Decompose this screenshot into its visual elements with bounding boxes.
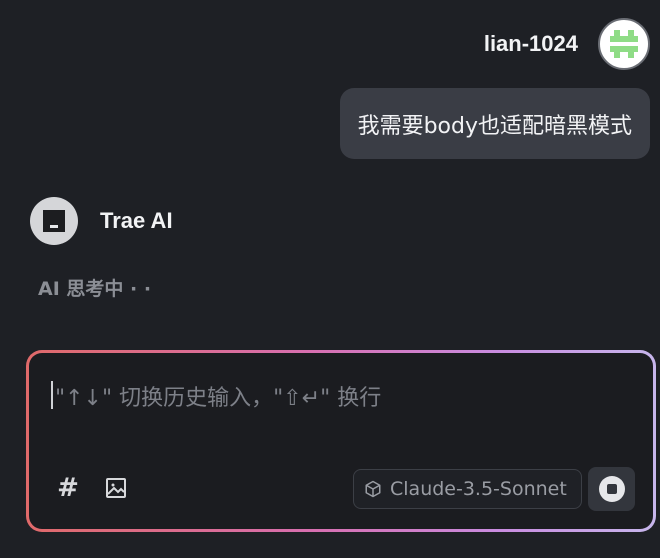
user-message-text: 我需要body也适配暗黑模式 (357, 113, 632, 139)
user-avatar[interactable] (598, 18, 650, 70)
stop-icon (598, 476, 625, 502)
model-selector[interactable]: Claude-3.5-Sonnet (353, 469, 582, 509)
image-icon (106, 478, 126, 498)
cube-icon (365, 480, 381, 498)
stop-generation-button[interactable] (588, 467, 635, 511)
model-name: Claude-3.5-Sonnet (390, 478, 567, 500)
user-message-header: lian-1024 (484, 18, 650, 70)
image-upload-button[interactable] (101, 473, 131, 503)
hash-context-button[interactable]: # (53, 473, 83, 503)
assistant-status: AI 思考中 · · (38, 278, 152, 300)
user-message-bubble: 我需要body也适配暗黑模式 (339, 88, 650, 159)
assistant-name: Trae AI (100, 208, 173, 233)
stop-square (606, 484, 617, 494)
user-name: lian-1024 (483, 31, 578, 56)
trae-logo-icon (43, 210, 65, 232)
composer-placeholder: "↑↓" 切换历史输入，"⇧↵" 换行 (55, 386, 382, 411)
composer-input[interactable]: "↑↓" 切换历史输入，"⇧↵" 换行 # Claude-3.5-Sonnet (29, 353, 653, 529)
chat-panel: lian-1024 我需要body也适配暗黑模式 Trae AI AI 思考中 … (0, 0, 660, 558)
text-caret (51, 381, 53, 409)
assistant-avatar (30, 197, 78, 245)
assistant-header: Trae AI (30, 197, 173, 245)
identicon-avatar-icon (608, 28, 640, 60)
hash-icon: # (57, 473, 79, 503)
composer-frame: "↑↓" 切换历史输入，"⇧↵" 换行 # Claude-3.5-Sonnet (26, 350, 656, 532)
